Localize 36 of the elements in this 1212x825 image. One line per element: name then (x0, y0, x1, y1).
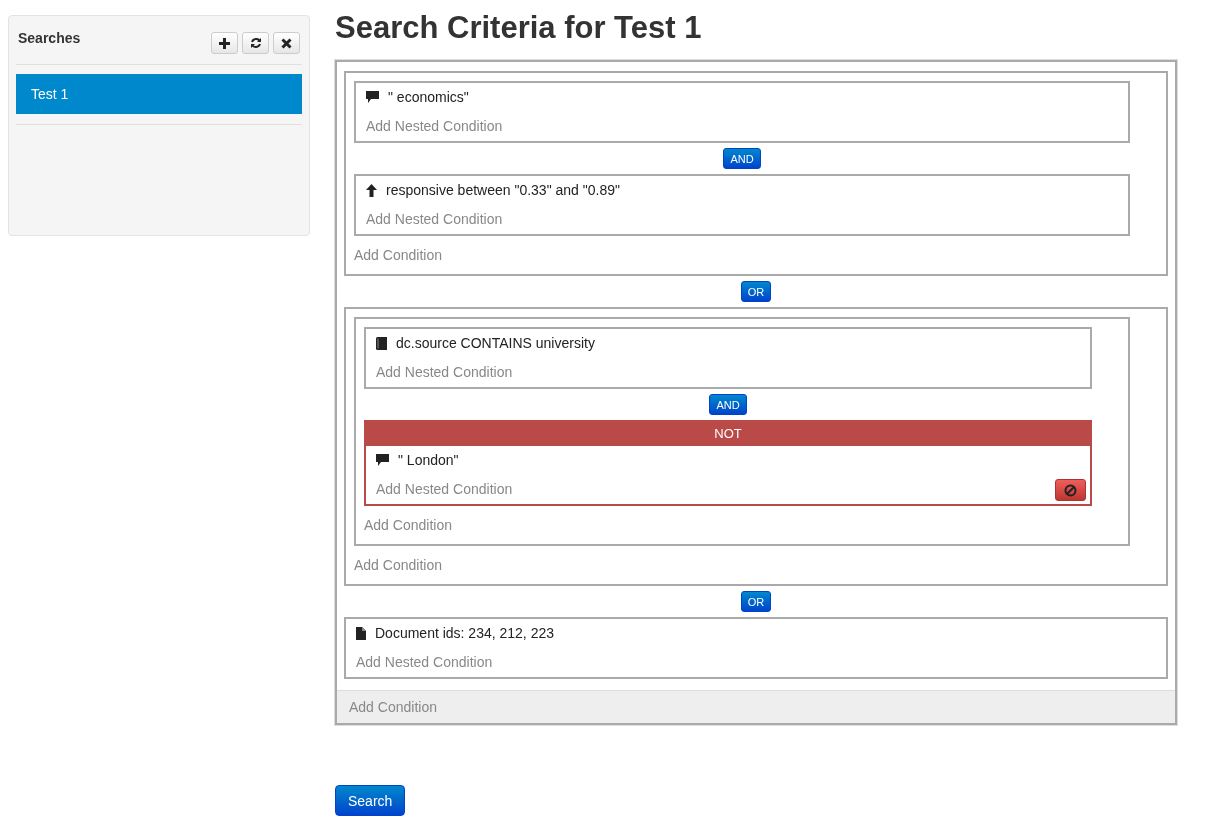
search-list-item[interactable]: Test 1 (16, 74, 302, 114)
add-nested-condition-link[interactable]: Add Nested Condition (366, 118, 503, 134)
add-condition-link[interactable]: Add Condition (354, 247, 442, 263)
arrow-up-icon (366, 183, 377, 197)
search-button[interactable]: Search (335, 785, 406, 816)
remove-negation-button[interactable] (1055, 479, 1086, 501)
refresh-icon (249, 37, 262, 49)
plus-icon (219, 37, 230, 49)
join-operator-button[interactable]: AND (709, 394, 747, 415)
refresh-button[interactable] (242, 32, 269, 54)
add-nested-condition-link[interactable]: Add Nested Condition (366, 211, 503, 227)
add-condition-link[interactable]: Add Condition (354, 557, 442, 573)
add-condition-bar[interactable]: Add Condition (337, 690, 1175, 723)
condition-text: dc.source CONTAINS university (396, 335, 595, 351)
speech-bubble-icon (366, 91, 379, 103)
condition-text: " London" (398, 452, 459, 468)
join-operator-button[interactable]: AND (723, 148, 761, 169)
add-nested-condition-link[interactable]: Add Nested Condition (356, 654, 493, 670)
condition-text: responsive between "0.33" and "0.89" (386, 182, 620, 198)
add-condition-link[interactable]: Add Condition (364, 517, 452, 533)
close-icon (281, 37, 292, 49)
panel-title: Searches (18, 30, 81, 46)
ban-icon (1064, 483, 1077, 497)
speech-bubble-icon (376, 454, 389, 466)
condition-text: " economics" (388, 89, 469, 105)
not-header: NOT (364, 420, 1092, 446)
add-nested-condition-link[interactable]: Add Nested Condition (376, 364, 513, 380)
join-operator-button[interactable]: OR (740, 591, 772, 612)
add-button[interactable] (211, 32, 238, 54)
book-icon (376, 336, 387, 350)
add-nested-condition-link[interactable]: Add Nested Condition (376, 481, 513, 497)
file-icon (356, 626, 366, 640)
join-operator-button[interactable]: OR (740, 281, 772, 302)
condition-text: Document ids: 234, 212, 223 (375, 625, 554, 641)
delete-button[interactable] (273, 32, 300, 54)
page-heading: Search Criteria for Test 1 (335, 10, 703, 46)
